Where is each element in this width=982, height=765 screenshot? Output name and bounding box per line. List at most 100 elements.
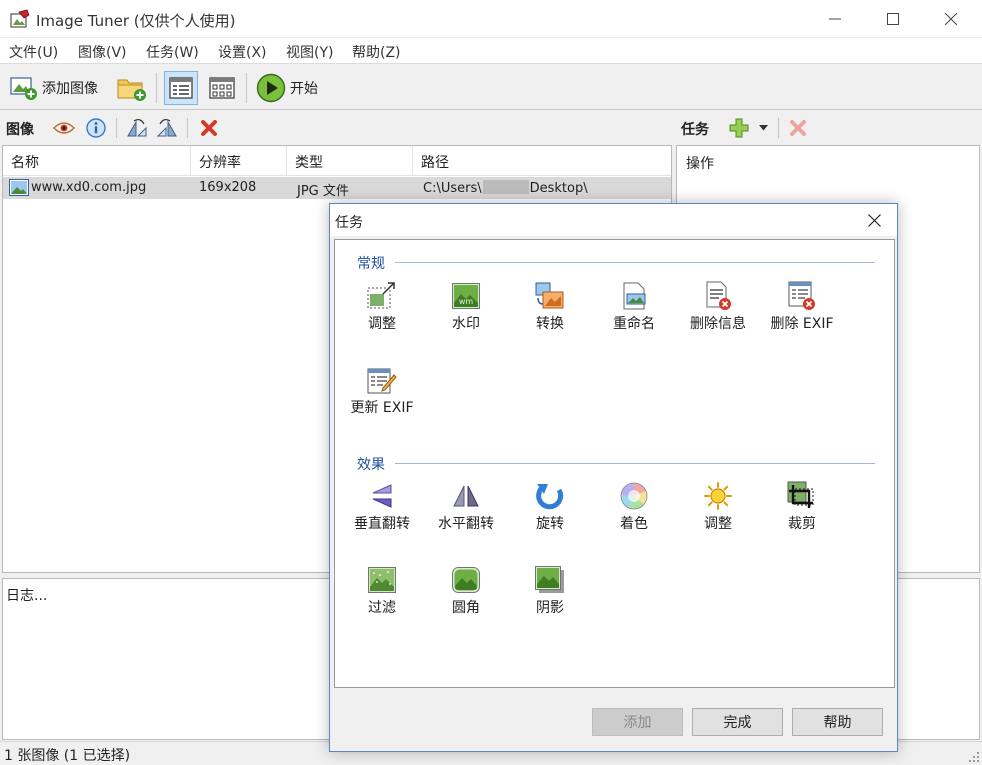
image-list-header: 名称 分辨率 类型 路径	[3, 146, 671, 176]
tasks-panel-header: 任务	[676, 112, 982, 142]
tool-rotate[interactable]: 旋转	[508, 481, 592, 545]
dialog-close-button[interactable]	[851, 204, 897, 236]
tool-filter[interactable]: 过滤	[340, 565, 424, 629]
delete-exif-icon	[786, 281, 818, 311]
thumbnail-view-button[interactable]	[205, 71, 239, 105]
group-divider	[395, 262, 875, 263]
tool-label: 调整	[704, 516, 732, 532]
tool-watermark[interactable]: wm 水印	[424, 281, 508, 345]
menu-file[interactable]: 文件(U)	[9, 42, 58, 62]
colorize-icon	[618, 481, 650, 511]
preview-button[interactable]	[53, 117, 75, 139]
add-image-label: 添加图像	[42, 81, 98, 97]
menu-image[interactable]: 图像(V)	[78, 42, 127, 62]
tool-label: 删除 EXIF	[770, 316, 834, 332]
remove-task-button[interactable]	[787, 117, 809, 139]
add-image-icon	[10, 77, 37, 100]
plus-icon	[729, 118, 749, 138]
rotate-right-icon	[156, 118, 177, 137]
column-path[interactable]: 路径	[413, 146, 671, 176]
tasks-dialog: 任务 常规 调整 wm 水印 转换 重命名 删除信息 删除 EXIF 更新 EX…	[329, 203, 898, 752]
dialog-title-bar: 任务	[330, 204, 897, 236]
info-icon	[86, 118, 106, 138]
maximize-button[interactable]	[864, 0, 922, 38]
resize-grip-icon[interactable]	[969, 752, 979, 762]
watermark-icon: wm	[450, 281, 482, 311]
menu-tasks[interactable]: 任务(W)	[146, 42, 199, 62]
tool-update-exif[interactable]: 更新 EXIF	[340, 365, 424, 429]
play-icon	[256, 73, 286, 103]
help-button[interactable]: 帮助	[792, 708, 883, 736]
menu-view[interactable]: 视图(Y)	[286, 42, 333, 62]
cell-name: www.xd0.com.jpg	[31, 180, 147, 195]
tool-label: 水平翻转	[438, 516, 494, 532]
done-button[interactable]: 完成	[692, 708, 783, 736]
group-divider	[395, 463, 875, 464]
menu-help[interactable]: 帮助(Z)	[352, 42, 401, 62]
tool-crop[interactable]: 裁剪	[760, 481, 844, 545]
tool-rename[interactable]: 重命名	[592, 281, 676, 345]
tool-shadow[interactable]: 阴影	[508, 565, 592, 629]
shadow-icon	[534, 565, 566, 595]
tool-resize[interactable]: 调整	[340, 281, 424, 345]
tool-flip-horizontal[interactable]: 水平翻转	[424, 481, 508, 545]
add-folder-icon	[117, 79, 146, 101]
tool-label: 圆角	[452, 600, 480, 616]
log-text: 日志...	[6, 588, 48, 604]
dialog-title: 任务	[335, 215, 363, 231]
tool-delete-info[interactable]: 删除信息	[676, 281, 760, 345]
tool-delete-exif[interactable]: 删除 EXIF	[760, 281, 844, 345]
tool-label: 着色	[620, 516, 648, 532]
add-image-button[interactable]: 添加图像	[10, 72, 98, 104]
cell-type: JPG 文件	[297, 184, 349, 199]
tool-label: 裁剪	[788, 516, 816, 532]
chevron-down-icon	[758, 125, 768, 131]
tool-round-corners[interactable]: 圆角	[424, 565, 508, 629]
tool-colorize[interactable]: 着色	[592, 481, 676, 545]
rotate-icon	[534, 481, 566, 511]
update-exif-icon	[366, 365, 398, 395]
toolbar: 添加图像 开始	[0, 66, 982, 110]
close-window-button[interactable]	[922, 0, 980, 38]
add-button[interactable]: 添加	[592, 708, 683, 736]
flip-horizontal-icon	[450, 481, 482, 511]
tool-flip-vertical[interactable]: 垂直翻转	[340, 481, 424, 545]
status-text: 1 张图像 (1 已选择)	[4, 748, 131, 764]
tool-brightness[interactable]: 调整	[676, 481, 760, 545]
info-button[interactable]	[85, 117, 107, 139]
add-task-button[interactable]	[728, 117, 750, 139]
add-task-dropdown[interactable]	[756, 117, 770, 139]
details-view-button[interactable]	[164, 71, 198, 105]
column-name[interactable]: 名称	[3, 146, 191, 176]
close-icon	[945, 13, 957, 25]
close-icon	[867, 213, 881, 227]
tool-label: 转换	[536, 316, 564, 332]
add-folder-button[interactable]	[116, 72, 148, 104]
table-row[interactable]: www.xd0.com.jpg 169x208 JPG 文件 C:\Users\…	[3, 177, 671, 199]
convert-icon	[534, 281, 566, 311]
start-button[interactable]: 开始	[256, 72, 318, 104]
title-bar: Image Tuner (仅供个人使用)	[0, 0, 982, 38]
tool-label: 重命名	[613, 316, 655, 332]
menu-settings[interactable]: 设置(X)	[218, 42, 267, 62]
column-resolution[interactable]: 分辨率	[191, 146, 287, 176]
tool-convert[interactable]: 转换	[508, 281, 592, 345]
rotate-left-button[interactable]	[126, 117, 148, 139]
brightness-icon	[702, 481, 734, 511]
rotate-right-button[interactable]	[156, 117, 178, 139]
remove-image-button[interactable]	[198, 117, 220, 139]
minimize-button[interactable]	[806, 0, 864, 38]
round-corners-icon	[450, 565, 482, 595]
eye-icon	[53, 122, 75, 134]
maximize-icon	[887, 13, 899, 25]
flip-vertical-icon	[366, 481, 398, 511]
column-type[interactable]: 类型	[287, 146, 413, 176]
tool-label: 更新 EXIF	[350, 400, 414, 416]
filter-icon	[366, 565, 398, 595]
group-title-general: 常规	[357, 256, 385, 272]
start-label: 开始	[290, 81, 318, 97]
tool-label: 调整	[368, 316, 396, 332]
cell-path: C:\Users\ Desktop\	[423, 180, 588, 196]
tool-label: 阴影	[536, 600, 564, 616]
thumbnail-view-icon	[209, 77, 235, 99]
